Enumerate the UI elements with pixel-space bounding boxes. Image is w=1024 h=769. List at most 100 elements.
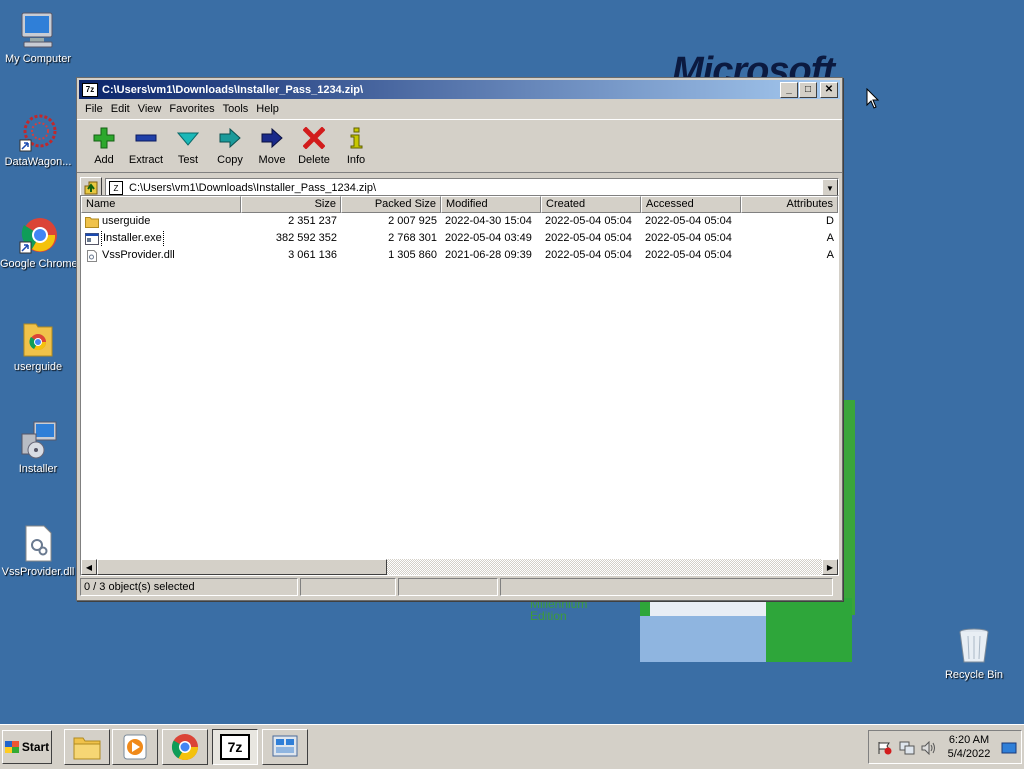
- datawagon-icon: [18, 113, 58, 153]
- status-bar: 0 / 3 object(s) selected: [80, 578, 837, 596]
- close-button[interactable]: ✕: [820, 81, 838, 98]
- chrome-icon: [171, 734, 199, 761]
- file-attributes: A: [826, 249, 834, 261]
- menu-file[interactable]: File: [81, 103, 107, 115]
- file-created: 2022-05-04 05:04: [545, 249, 632, 261]
- menu-help[interactable]: Help: [252, 103, 283, 115]
- clock[interactable]: 6:20 AM 5/4/2022: [945, 733, 993, 761]
- system-tray: 6:20 AM 5/4/2022: [868, 730, 1022, 764]
- title-bar[interactable]: 7z C:\Users\vm1\Downloads\Installer_Pass…: [79, 80, 840, 99]
- volume-icon[interactable]: [921, 741, 937, 755]
- wallpaper-box-graphic: [640, 598, 852, 662]
- taskbar-explorer-button[interactable]: [64, 729, 110, 765]
- 7zip-app-icon: 7z: [82, 82, 98, 97]
- menu-view[interactable]: View: [134, 103, 166, 115]
- minimize-button[interactable]: _: [780, 81, 798, 98]
- delete-x-icon: [302, 126, 326, 150]
- taskbar-7zip-button[interactable]: 7z: [212, 729, 258, 765]
- installer-icon: [18, 420, 58, 460]
- check-icon: [176, 126, 200, 150]
- table-row[interactable]: userguide 2 351 237 2 007 925 2022-04-30…: [81, 213, 838, 230]
- menu-tools[interactable]: Tools: [219, 103, 253, 115]
- move-button[interactable]: Move: [251, 122, 293, 170]
- scroll-right-button[interactable]: ▶: [822, 559, 838, 575]
- file-modified: 2022-05-04 03:49: [445, 232, 532, 244]
- computer-icon: [18, 10, 58, 50]
- info-icon: [344, 126, 368, 150]
- file-size: 3 061 136: [288, 249, 337, 261]
- taskbar-chrome-button[interactable]: [162, 729, 208, 765]
- desktop-icon-vssprovider[interactable]: VssProvider.dll: [0, 523, 76, 578]
- menu-favorites[interactable]: Favorites: [165, 103, 218, 115]
- folder-icon: [18, 318, 58, 358]
- file-created: 2022-05-04 05:04: [545, 232, 632, 244]
- file-list: Name Size Packed Size Modified Created A…: [80, 195, 839, 576]
- file-size: 2 351 237: [288, 215, 337, 227]
- chevron-down-icon: ▼: [826, 183, 834, 193]
- maximize-button[interactable]: □: [799, 81, 817, 98]
- file-attributes: D: [826, 215, 834, 227]
- action-center-flag-icon[interactable]: [877, 741, 893, 755]
- taskbar: Start 7z 6:20 AM 5/4/2022: [0, 724, 1024, 769]
- recycle-bin-icon: [954, 626, 994, 666]
- table-row[interactable]: VssProvider.dll 3 061 136 1 305 860 2021…: [81, 247, 838, 264]
- desktop-icon-my-computer[interactable]: My Computer: [0, 10, 76, 65]
- desktop-icon-userguide[interactable]: userguide: [0, 318, 76, 373]
- taskbar-control-panel-button[interactable]: [262, 729, 308, 765]
- column-headers: Name Size Packed Size Modified Created A…: [81, 196, 838, 213]
- zip-archive-icon: Z: [109, 181, 123, 195]
- wallpaper-edition-text: Millennium Edition: [530, 597, 588, 623]
- column-header-accessed[interactable]: Accessed: [641, 196, 741, 213]
- mouse-cursor-icon: [866, 88, 880, 109]
- status-pane-4: [500, 578, 833, 596]
- scrollbar-track[interactable]: [387, 559, 822, 575]
- minimize-icon: _: [786, 84, 792, 95]
- file-name: Installer.exe: [101, 230, 164, 247]
- media-player-icon: [123, 734, 147, 760]
- copy-button[interactable]: Copy: [209, 122, 251, 170]
- control-panel-icon: [272, 735, 298, 757]
- close-icon: ✕: [824, 84, 834, 95]
- dll-file-icon: [87, 249, 97, 262]
- column-header-modified[interactable]: Modified: [441, 196, 541, 213]
- desktop-icon-datawagon[interactable]: DataWagon...: [0, 113, 76, 168]
- menu-bar: File Edit View Favorites Tools Help: [77, 99, 842, 119]
- desktop-icon-google-chrome[interactable]: Google Chrome: [0, 215, 78, 270]
- file-packed-size: 2 768 301: [388, 232, 437, 244]
- address-text: C:\Users\vm1\Downloads\Installer_Pass_12…: [129, 182, 377, 194]
- info-button[interactable]: Info: [335, 122, 377, 170]
- column-header-created[interactable]: Created: [541, 196, 641, 213]
- file-explorer-icon: [73, 737, 101, 760]
- extract-button[interactable]: Extract: [125, 122, 167, 170]
- scrollbar-thumb[interactable]: [97, 559, 387, 575]
- file-packed-size: 2 007 925: [388, 215, 437, 227]
- clock-date: 5/4/2022: [947, 748, 991, 760]
- minus-icon: [134, 126, 158, 150]
- test-button[interactable]: Test: [167, 122, 209, 170]
- start-button[interactable]: Start: [2, 730, 52, 764]
- column-header-attributes[interactable]: Attributes: [741, 196, 838, 213]
- copy-arrow-icon: [218, 126, 242, 150]
- horizontal-scrollbar[interactable]: ◀ ▶: [81, 559, 838, 575]
- column-header-size[interactable]: Size: [241, 196, 341, 213]
- windows-flag-icon: [4, 741, 19, 753]
- window-title: C:\Users\vm1\Downloads\Installer_Pass_12…: [102, 83, 364, 96]
- menu-edit[interactable]: Edit: [107, 103, 134, 115]
- status-pane-3: [398, 578, 498, 596]
- column-header-packed-size[interactable]: Packed Size: [341, 196, 441, 213]
- table-row[interactable]: Installer.exe 382 592 352 2 768 301 2022…: [81, 230, 838, 247]
- file-modified: 2022-04-30 15:04: [445, 215, 532, 227]
- scroll-left-button[interactable]: ◀: [81, 559, 97, 575]
- toolbar: Add Extract Test Copy Move Delete Info: [77, 119, 842, 173]
- column-header-name[interactable]: Name: [81, 196, 241, 213]
- add-button[interactable]: Add: [83, 122, 125, 170]
- chevron-left-icon: ◀: [85, 562, 93, 572]
- desktop-icon-recycle-bin[interactable]: Recycle Bin: [936, 626, 1012, 681]
- taskbar-media-player-button[interactable]: [112, 729, 158, 765]
- status-pane-2: [300, 578, 396, 596]
- dll-file-icon: [18, 523, 58, 563]
- show-desktop-icon[interactable]: [1001, 741, 1017, 755]
- desktop-icon-installer[interactable]: Installer: [0, 420, 76, 475]
- delete-button[interactable]: Delete: [293, 122, 335, 170]
- network-icon[interactable]: [899, 741, 915, 755]
